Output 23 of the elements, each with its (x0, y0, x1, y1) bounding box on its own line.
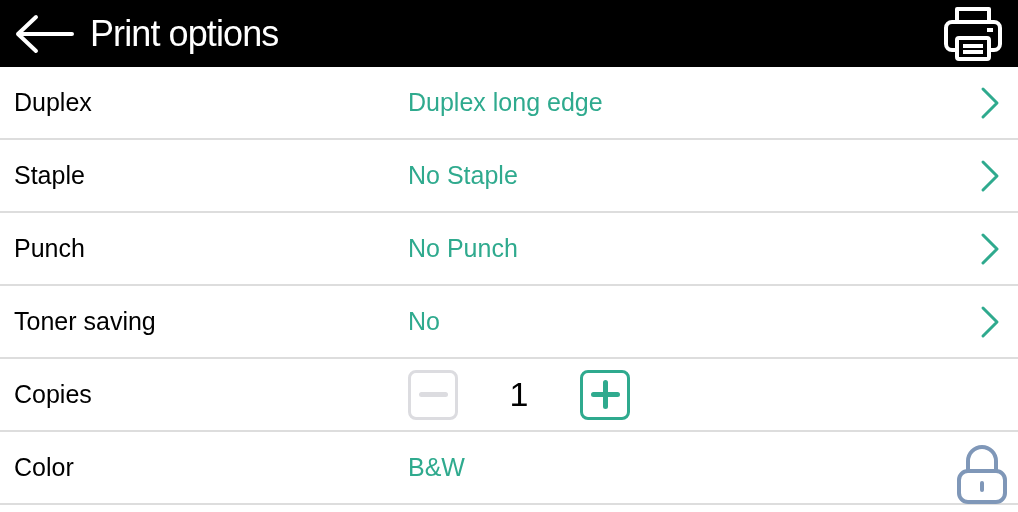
option-value[interactable]: No (408, 302, 440, 341)
lock-icon (956, 444, 1008, 505)
printer-icon (943, 5, 1003, 62)
back-arrow-icon (14, 13, 74, 54)
chevron-right-icon[interactable] (980, 231, 1000, 266)
chevron-right-icon[interactable] (980, 304, 1000, 339)
page-title: Print options (90, 11, 279, 56)
chevron-right-icon[interactable] (980, 158, 1000, 193)
copies-count: 1 (508, 374, 530, 415)
increase-button[interactable] (580, 369, 630, 420)
option-label: Copies (14, 378, 93, 410)
option-label: Duplex (14, 86, 93, 118)
option-label: Punch (14, 232, 86, 264)
plus-icon (590, 380, 620, 409)
option-value[interactable]: No Punch (408, 229, 518, 268)
chevron-right-icon[interactable] (980, 85, 1000, 120)
option-value: B&W (408, 451, 465, 483)
option-label: Staple (14, 159, 86, 191)
option-label: Toner saving (14, 305, 157, 337)
minus-icon (418, 392, 448, 397)
option-label: Color (14, 451, 75, 483)
option-value[interactable]: Duplex long edge (408, 83, 603, 122)
option-value[interactable]: No Staple (408, 156, 518, 195)
